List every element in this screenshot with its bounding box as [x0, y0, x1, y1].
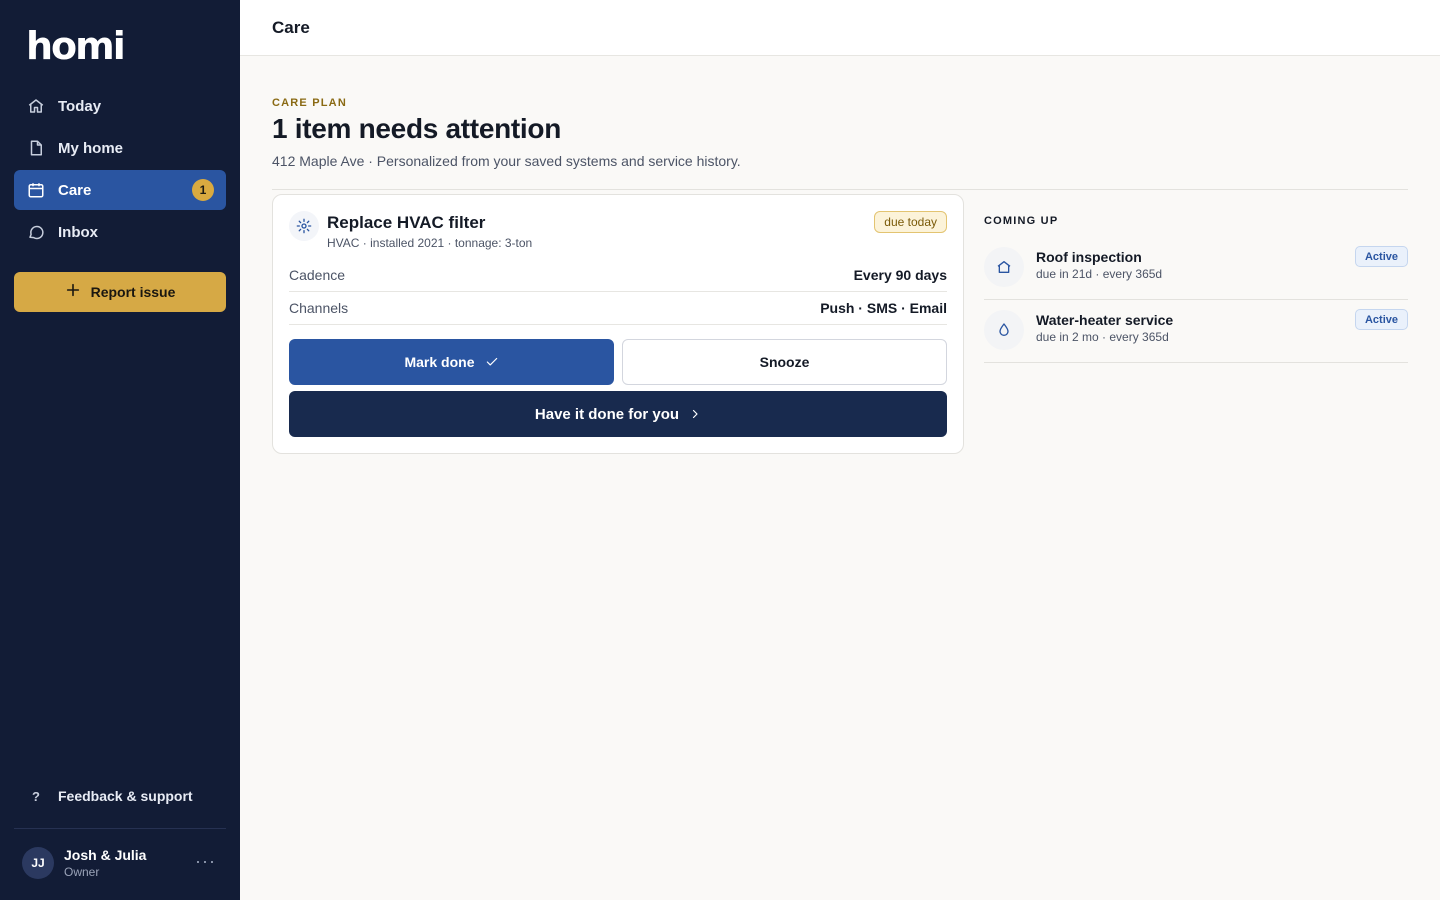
home-icon — [26, 96, 46, 116]
mark-done-label: Mark done — [404, 354, 475, 370]
list-item-sub: due in 21d · every 365d — [1036, 267, 1163, 281]
snooze-label: Snooze — [759, 354, 810, 370]
care-count-badge: 1 — [192, 179, 214, 201]
cadence-label: Cadence — [289, 267, 346, 283]
user-info: Josh & Julia Owner — [64, 847, 146, 879]
channels-value: Push · SMS · Email — [820, 300, 947, 316]
water-drop-icon — [984, 310, 1024, 350]
status-badge: Active — [1354, 309, 1408, 330]
user-role: Owner — [64, 865, 100, 879]
list-item-water-heater[interactable]: Water-heater service due in 2 mo · every… — [984, 300, 1408, 363]
user-account[interactable]: JJ Josh & Julia Owner ··· — [22, 845, 226, 881]
sidebar-item-my-home[interactable]: My home — [14, 128, 226, 168]
house-icon — [984, 247, 1024, 287]
coming-up-heading: COMING UP — [984, 215, 1059, 227]
sidebar-divider — [14, 828, 226, 829]
sidebar-item-inbox[interactable]: Inbox — [14, 212, 226, 252]
list-item-title: Roof inspection — [1036, 249, 1142, 265]
list-item-roof-inspection[interactable]: Roof inspection due in 21d · every 365d … — [984, 237, 1408, 300]
fan-icon — [289, 211, 319, 241]
channels-label: Channels — [289, 300, 349, 316]
due-badge: due today — [874, 211, 947, 233]
more-options-icon[interactable]: ··· — [195, 851, 216, 872]
channels-row: Channels Push · SMS · Email — [289, 292, 947, 325]
cadence-row: Cadence Every 90 days — [289, 259, 947, 292]
cadence-value: Every 90 days — [853, 267, 947, 283]
page-title: 1 item needs attention — [272, 113, 562, 144]
plus-icon — [65, 282, 81, 302]
feedback-support-label: Feedback & support — [58, 788, 193, 804]
page-header-title: Care — [272, 18, 310, 37]
sidebar-item-care[interactable]: Care 1 — [14, 170, 226, 210]
report-issue-label: Report issue — [90, 284, 176, 300]
sidebar-item-label: Today — [58, 97, 102, 115]
mark-done-button[interactable]: Mark done — [289, 339, 614, 385]
report-issue-button[interactable]: Report issue — [14, 272, 226, 312]
sidebar-item-today[interactable]: Today — [14, 86, 226, 126]
sidebar-item-label: Care — [58, 181, 92, 199]
page-subtitle: 412 Maple Ave · Personalized from your s… — [272, 153, 741, 169]
chevron-right-icon — [689, 408, 701, 420]
sidebar-nav: Today My home Care 1 Inbox — [14, 86, 226, 254]
section-divider — [272, 189, 1408, 190]
logo-text: homi — [26, 24, 126, 68]
top-bar: Care — [240, 0, 1440, 56]
homi-logo[interactable]: homi — [26, 24, 126, 68]
have-it-done-button[interactable]: Have it done for you — [289, 391, 947, 437]
task-card: Replace HVAC filter HVAC · installed 202… — [272, 194, 964, 454]
have-it-done-label: Have it done for you — [534, 405, 680, 423]
checkmark-icon — [485, 355, 499, 369]
feedback-support-link[interactable]: ? Feedback & support — [14, 776, 226, 816]
task-title: Replace HVAC filter — [327, 213, 486, 232]
calendar-icon — [26, 180, 46, 200]
sidebar: homi Today My home Care 1 Inbox Report i… — [0, 0, 240, 900]
sidebar-item-label: My home — [58, 139, 124, 157]
status-badge: Active — [1354, 246, 1408, 267]
sidebar-item-label: Inbox — [58, 223, 98, 241]
care-plan-eyebrow: CARE PLAN — [272, 97, 347, 109]
document-icon — [26, 138, 46, 158]
question-mark-icon: ? — [32, 788, 40, 804]
avatar: JJ — [22, 847, 54, 879]
chat-bubble-icon — [26, 222, 46, 242]
task-meta: HVAC · installed 2021 · tonnage: 3-ton — [327, 236, 533, 250]
list-item-sub: due in 2 mo · every 365d — [1036, 330, 1169, 344]
snooze-button[interactable]: Snooze — [622, 339, 947, 385]
user-name: Josh & Julia — [64, 847, 147, 863]
list-item-title: Water-heater service — [1036, 312, 1174, 328]
